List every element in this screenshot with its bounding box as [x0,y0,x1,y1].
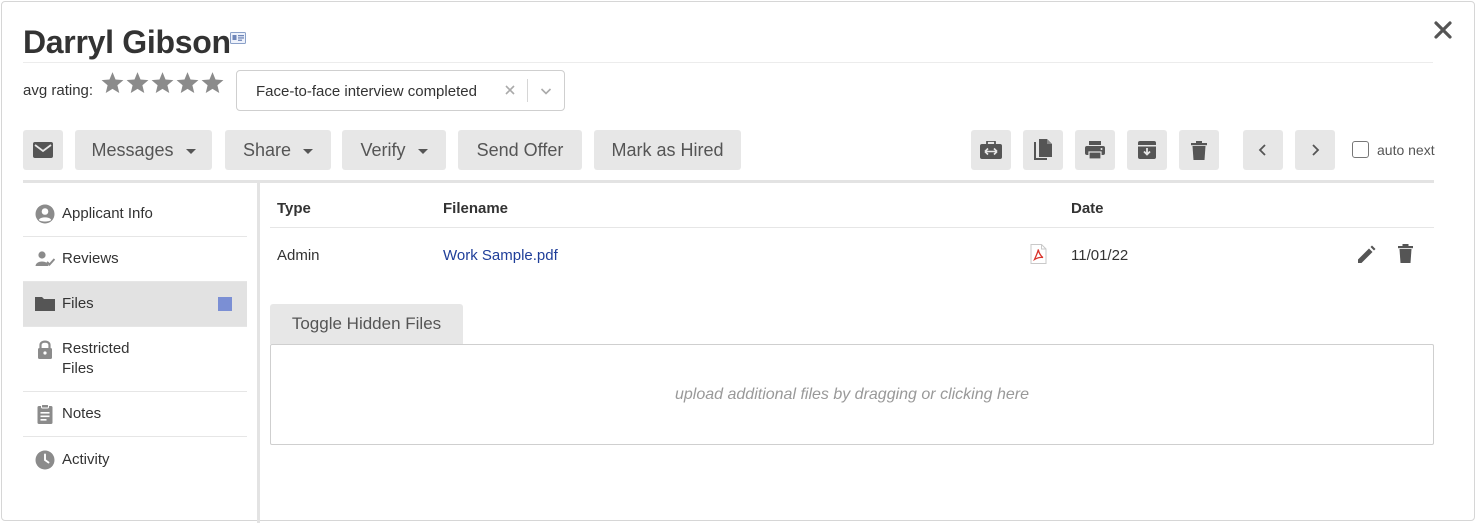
toolbar-divider [23,180,1434,183]
candidate-name: Darryl Gibson [23,24,231,60]
select-separator [527,79,528,102]
files-indicator-badge [218,297,232,311]
send-offer-button[interactable]: Send Offer [458,130,582,170]
sidebar-item-label: Reviews [62,250,119,267]
sidebar-item-label: Notes [62,405,102,422]
email-button[interactable] [23,130,63,170]
share-button[interactable]: Share [225,130,331,170]
column-header-type: Type [277,200,311,217]
auto-next-checkbox[interactable] [1352,141,1369,158]
messages-button[interactable]: Messages [75,130,212,170]
chevron-right-icon [1312,144,1320,156]
sidebar-item-restricted-files[interactable]: Restricted Files [23,327,247,392]
star-icon-2[interactable] [125,70,150,96]
files-table: Type Filename Date Admin Work Sample.pdf… [270,192,1434,284]
star-icon-1[interactable] [100,70,125,96]
mark-as-hired-button[interactable]: Mark as Hired [594,130,741,170]
next-candidate-button[interactable] [1295,130,1335,170]
sidebar-item-notes[interactable]: Notes [23,392,247,437]
star-icon-5[interactable] [200,70,225,96]
printer-icon [1085,141,1105,159]
file-date-cell: 11/01/22 [1071,247,1129,264]
close-icon[interactable] [1430,17,1456,43]
table-row: Admin Work Sample.pdf 11/01/22 [270,228,1434,284]
sidebar-item-label: Files [62,295,94,312]
file-type-cell: Admin [277,247,320,264]
sidebar-item-applicant-info[interactable]: Applicant Info [23,192,247,237]
toggle-hidden-files-button[interactable]: Toggle Hidden Files [270,304,463,344]
trash-icon[interactable] [1398,244,1413,263]
mail-icon [33,142,53,158]
rating-stars[interactable] [100,70,225,96]
caret-down-icon [417,148,428,154]
share-label: Share [242,139,292,160]
move-job-button[interactable] [971,130,1011,170]
column-header-filename: Filename [443,200,509,217]
label-line-1: Restricted [62,340,130,357]
clock-icon [35,450,55,469]
sidebar-item-reviews[interactable]: Reviews [23,237,247,282]
folder-icon [35,297,55,311]
copy-icon [1034,139,1052,160]
pencil-icon[interactable] [1356,245,1376,265]
sidebar-item-label: Applicant Info [62,205,153,222]
trash-icon [1191,140,1207,160]
sidebar-item-label: Activity [62,450,110,468]
file-name-link[interactable]: Work Sample.pdf [443,247,558,264]
briefcase-transfer-icon [980,141,1002,159]
caret-down-icon [303,148,314,154]
archive-icon [1138,141,1156,159]
previous-candidate-button[interactable] [1243,130,1283,170]
column-header-date: Date [1071,200,1104,217]
lock-icon [38,340,52,359]
header-divider [23,62,1433,63]
caret-down-icon [185,148,196,154]
user-check-icon [35,251,55,266]
pdf-file-icon [1030,244,1047,264]
verify-button[interactable]: Verify [342,130,446,170]
print-button[interactable] [1075,130,1115,170]
user-circle-icon [35,204,55,224]
dropzone-hint: upload additional files by dragging or c… [675,385,1029,403]
star-icon-4[interactable] [175,70,200,96]
sidebar-divider [257,183,260,523]
avg-rating-label: avg rating: [23,82,94,99]
chevron-down-icon[interactable] [539,84,553,98]
vcard-icon[interactable] [230,32,246,44]
archive-button[interactable] [1127,130,1167,170]
label-line-2: Files [62,360,94,377]
star-icon-3[interactable] [150,70,175,96]
file-upload-dropzone[interactable]: upload additional files by dragging or c… [270,344,1434,445]
sidebar-item-activity[interactable]: Activity [23,437,247,482]
candidate-panel: Darryl Gibson avg rating: Face-to-face i… [1,1,1475,523]
table-header: Type Filename Date [270,192,1434,228]
clear-icon[interactable] [503,83,517,97]
clipboard-icon [37,404,53,424]
delete-candidate-button[interactable] [1179,130,1219,170]
status-value: Face-to-face interview completed [256,83,477,100]
status-select[interactable]: Face-to-face interview completed [236,70,565,111]
auto-next-toggle[interactable]: auto next [1352,141,1435,158]
messages-label: Messages [91,139,174,160]
auto-next-label: auto next [1377,141,1435,158]
copy-button[interactable] [1023,130,1063,170]
verify-label: Verify [360,139,406,160]
sidebar-nav: Applicant Info Reviews Files Restricted F [23,192,247,482]
chevron-left-icon [1258,144,1266,156]
sidebar-item-label: Restricted Files [62,339,130,379]
sidebar-item-files[interactable]: Files [23,282,247,327]
